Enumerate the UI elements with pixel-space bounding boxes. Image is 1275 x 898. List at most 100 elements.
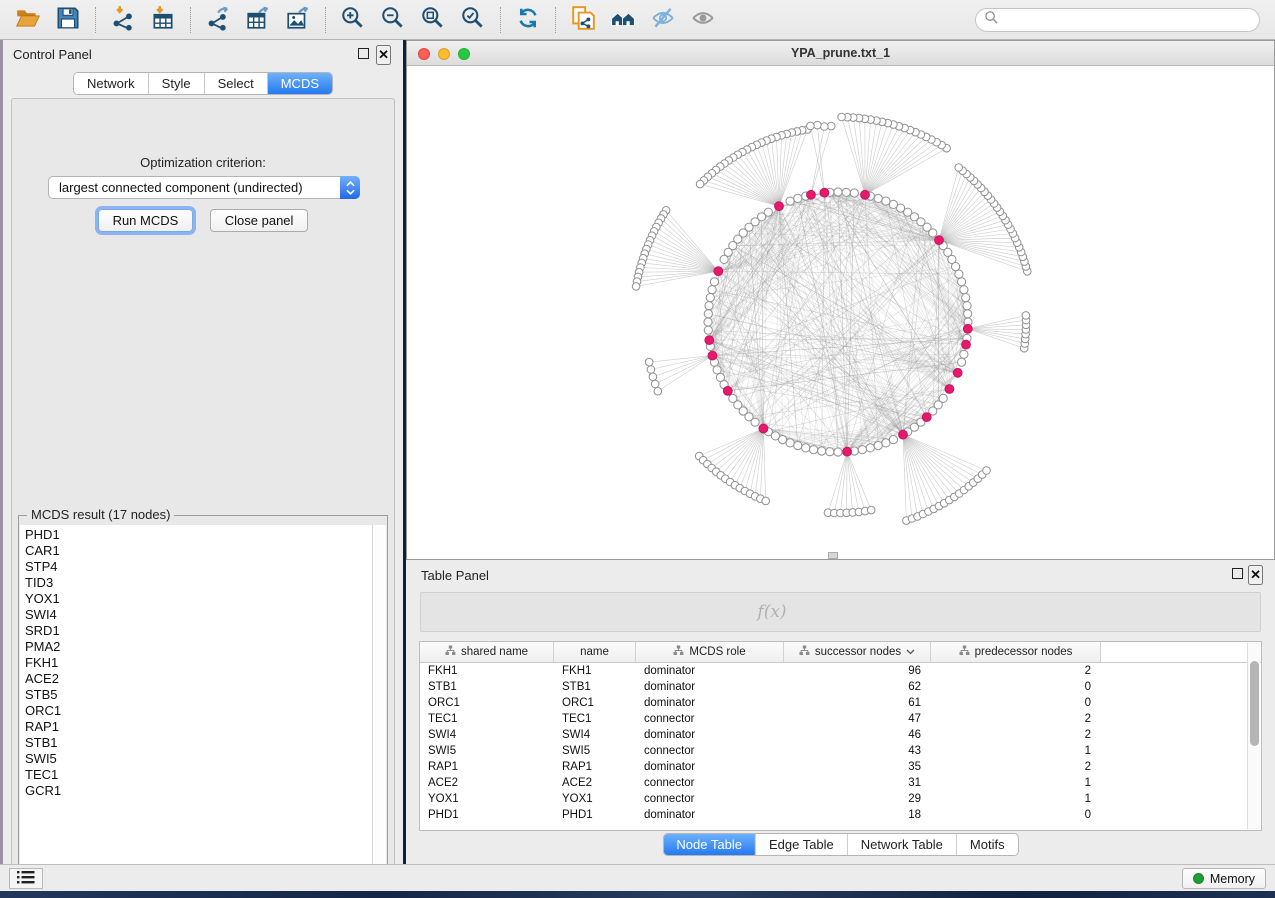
table-cell[interactable]: 18 [784, 807, 931, 823]
table-cell[interactable]: 2 [931, 759, 1101, 775]
ring-node[interactable] [939, 394, 947, 402]
zoom-selected-button[interactable] [453, 4, 493, 36]
satellite-node[interactable] [838, 113, 846, 121]
tab-motifs[interactable]: Motifs [957, 834, 1018, 855]
dominator-node[interactable] [714, 267, 723, 276]
table-cell[interactable]: ORC1 [420, 695, 554, 711]
ring-node[interactable] [889, 200, 897, 208]
mcds-result-item[interactable]: SWI5 [25, 751, 372, 767]
table-row[interactable]: PHD1PHD1dominator180 [420, 807, 1261, 823]
table-cell[interactable]: SWI4 [554, 727, 636, 743]
satellite-node[interactable] [649, 373, 657, 381]
select-all-button[interactable] [529, 599, 555, 625]
mcds-result-item[interactable]: FKH1 [25, 655, 372, 671]
delete-table-button[interactable] [713, 599, 739, 625]
ring-node[interactable] [751, 418, 759, 426]
float-panel-button[interactable] [358, 48, 369, 59]
mcds-result-item[interactable]: ACE2 [25, 671, 372, 687]
table-cell[interactable]: 0 [931, 695, 1101, 711]
table-cell[interactable]: PHD1 [420, 807, 554, 823]
table-cell[interactable]: dominator [636, 695, 784, 711]
table-cell[interactable]: YOX1 [554, 791, 636, 807]
table-settings-button[interactable] [437, 599, 463, 625]
table-cell[interactable]: connector [636, 711, 784, 727]
ring-node[interactable] [706, 294, 714, 302]
float-table-panel-button[interactable] [1232, 568, 1243, 579]
column-header-name[interactable]: name [554, 642, 636, 662]
zoom-out-button[interactable] [373, 4, 413, 36]
satellite-node[interactable] [807, 122, 815, 130]
tab-node-table[interactable]: Node Table [663, 834, 756, 855]
ring-node[interactable] [958, 358, 966, 366]
ring-node[interactable] [960, 286, 968, 294]
table-scrollbar-thumb[interactable] [1250, 661, 1259, 746]
table-cell[interactable]: 61 [784, 695, 931, 711]
mcds-result-scrollbar[interactable] [372, 525, 386, 876]
dominator-node[interactable] [861, 190, 870, 199]
function-builder-button[interactable]: f(x) [759, 599, 785, 625]
dominator-node[interactable] [962, 340, 971, 349]
tab-select[interactable]: Select [205, 73, 268, 94]
import-table-button[interactable] [143, 4, 183, 36]
table-cell[interactable]: 1 [931, 775, 1101, 791]
run-mcds-button[interactable]: Run MCDS [98, 209, 194, 232]
ring-node[interactable] [704, 318, 712, 326]
search-input[interactable] [999, 11, 1259, 29]
table-cell[interactable]: SWI5 [420, 743, 554, 759]
dominator-node[interactable] [899, 430, 908, 439]
table-cell[interactable]: PHD1 [554, 807, 636, 823]
mcds-result-list[interactable]: PHD1CAR1STP4TID3YOX1SWI4SRD1PMA2FKH1ACE2… [20, 525, 372, 876]
mcds-result-item[interactable]: PMA2 [25, 639, 372, 655]
table-cell[interactable]: TEC1 [554, 711, 636, 727]
table-cell[interactable]: STB1 [420, 679, 554, 695]
table-cell[interactable]: ORC1 [554, 695, 636, 711]
dominator-node[interactable] [843, 447, 852, 456]
ring-node[interactable] [704, 326, 712, 334]
ring-node[interactable] [713, 366, 721, 374]
duplicate-network-button[interactable] [563, 4, 603, 36]
table-cell[interactable]: 1 [931, 791, 1101, 807]
table-cell[interactable]: RAP1 [554, 759, 636, 775]
ring-node[interactable] [704, 310, 712, 318]
ring-node[interactable] [786, 439, 794, 447]
table-cell[interactable]: 0 [931, 807, 1101, 823]
dominator-node[interactable] [922, 413, 931, 422]
satellite-node[interactable] [654, 387, 662, 395]
satellite-node[interactable] [632, 283, 640, 291]
ring-node[interactable] [850, 189, 858, 197]
dominator-node[interactable] [705, 336, 714, 345]
table-cell[interactable]: FKH1 [420, 663, 554, 679]
mcds-result-item[interactable]: TEC1 [25, 767, 372, 783]
zoom-fit-button[interactable] [413, 4, 453, 36]
table-cell[interactable]: 2 [931, 711, 1101, 727]
dominator-node[interactable] [723, 387, 732, 396]
table-row[interactable]: ACE2ACE2connector311 [420, 775, 1261, 791]
ring-node[interactable] [960, 350, 968, 358]
table-cell[interactable]: YOX1 [420, 791, 554, 807]
table-row[interactable]: SWI4SWI4dominator462 [420, 727, 1261, 743]
table-cell[interactable]: SWI5 [554, 743, 636, 759]
ring-node[interactable] [962, 294, 970, 302]
satellite-node[interactable] [955, 164, 963, 172]
network-canvas[interactable] [407, 66, 1274, 559]
ring-node[interactable] [858, 446, 866, 454]
ring-node[interactable] [882, 197, 890, 205]
ring-node[interactable] [874, 194, 882, 202]
table-row[interactable]: TEC1TEC1connector472 [420, 711, 1261, 727]
export-table-button[interactable] [238, 4, 278, 36]
export-network-button[interactable] [198, 4, 238, 36]
column-header-successor-nodes[interactable]: successor nodes [784, 642, 931, 662]
tab-network-table[interactable]: Network Table [848, 834, 957, 855]
mcds-result-item[interactable]: ORC1 [25, 703, 372, 719]
table-row[interactable]: RAP1RAP1dominator352 [420, 759, 1261, 775]
satellite-node[interactable] [762, 497, 770, 505]
ring-node[interactable] [810, 446, 818, 454]
ring-node[interactable] [710, 278, 718, 286]
hide-selected-button[interactable] [643, 4, 683, 36]
ring-node[interactable] [779, 436, 787, 444]
export-image-button[interactable] [278, 4, 318, 36]
ring-node[interactable] [866, 444, 874, 452]
dominator-node[interactable] [820, 188, 829, 197]
open-button[interactable] [8, 4, 48, 36]
table-row[interactable]: YOX1YOX1connector291 [420, 791, 1261, 807]
